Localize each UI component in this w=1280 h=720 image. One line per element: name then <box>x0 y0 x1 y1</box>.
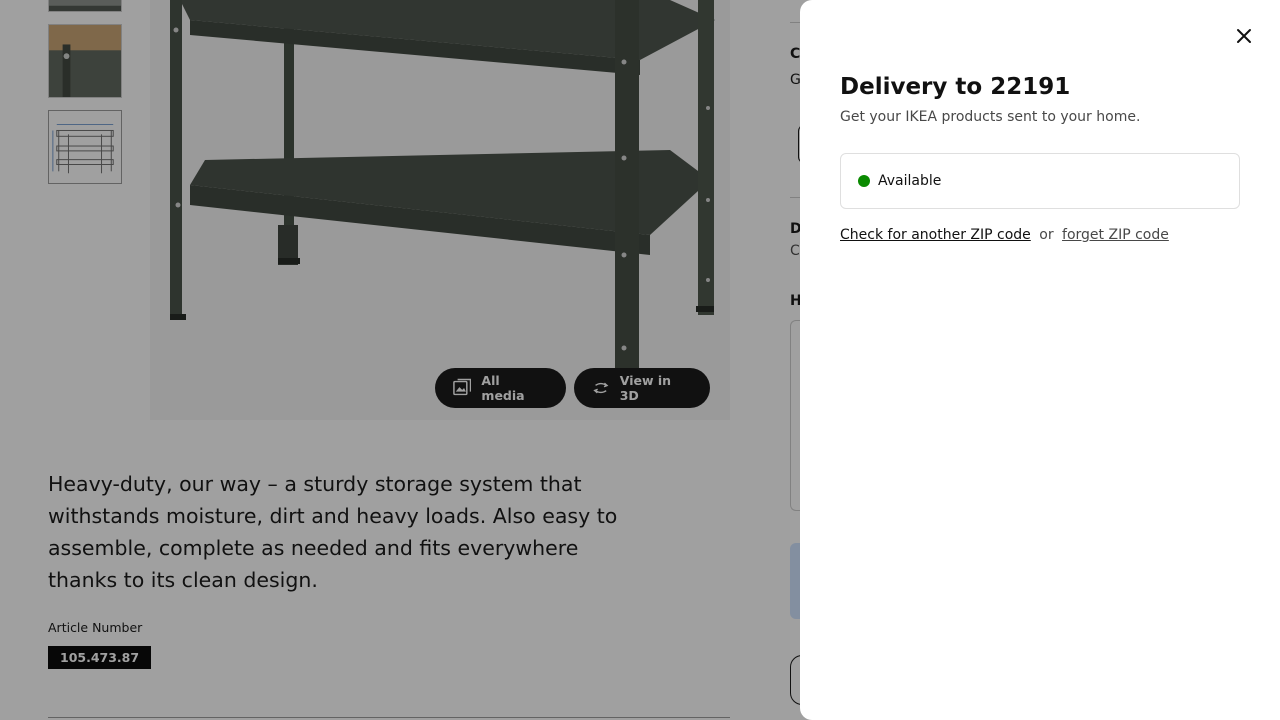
availability-status: Available <box>840 153 1240 209</box>
zip-links: Check for another ZIP code or forget ZIP… <box>840 227 1169 243</box>
close-icon <box>1237 29 1251 43</box>
forget-zip-link[interactable]: forget ZIP code <box>1062 227 1169 243</box>
availability-text: Available <box>878 173 942 189</box>
delivery-subtitle: Get your IKEA products sent to your home… <box>840 109 1141 125</box>
close-button[interactable] <box>1228 20 1260 52</box>
status-dot-icon <box>858 175 870 187</box>
links-separator: or <box>1039 227 1054 243</box>
delivery-title: Delivery to 22191 <box>840 74 1071 100</box>
check-zip-link[interactable]: Check for another ZIP code <box>840 227 1031 243</box>
delivery-panel <box>800 0 1280 720</box>
